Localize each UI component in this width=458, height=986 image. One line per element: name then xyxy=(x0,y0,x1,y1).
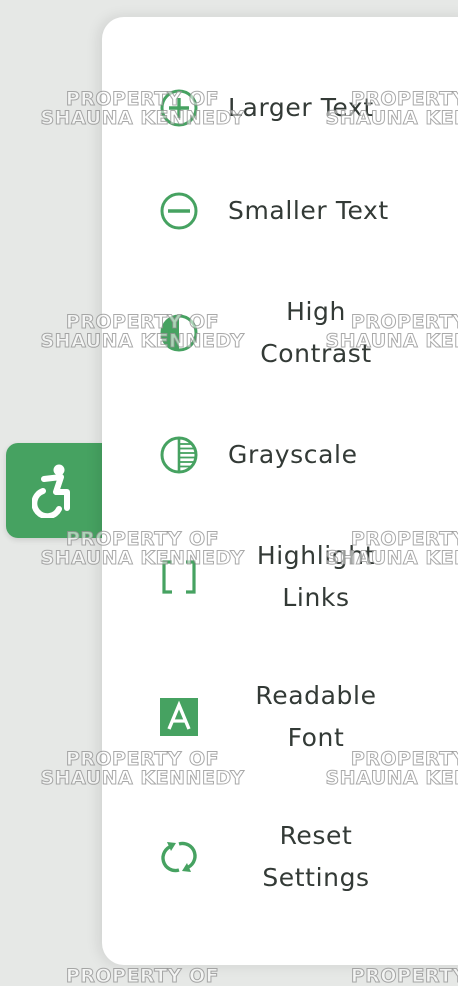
high-contrast-label-line1: High xyxy=(286,297,346,326)
highlight-links-option[interactable]: Highlight Links xyxy=(102,535,458,619)
accessibility-toggle-button[interactable] xyxy=(6,443,102,538)
smaller-text-label: Smaller Text xyxy=(228,196,389,225)
watermark: PROPERTY OFSHAUNA KENNEDY xyxy=(325,965,458,986)
accessibility-menu-panel: Larger Text Smaller Text High Contrast G… xyxy=(102,17,458,965)
accessibility-icon xyxy=(32,464,70,518)
high-contrast-label-line2: Contrast xyxy=(260,339,372,368)
highlight-links-label-line2: Links xyxy=(282,583,350,612)
readable-font-label-line2: Font xyxy=(287,723,345,752)
zoom-out-circle-icon xyxy=(158,190,200,232)
grayscale-option[interactable]: Grayscale xyxy=(102,434,458,476)
readable-font-option[interactable]: Readable Font xyxy=(102,675,458,759)
page: Larger Text Smaller Text High Contrast G… xyxy=(0,0,458,986)
watermark: PROPERTY OFSHAUNA KENNEDY xyxy=(40,965,245,986)
readable-font-label-line1: Readable xyxy=(255,681,377,710)
smaller-text-option[interactable]: Smaller Text xyxy=(102,190,458,232)
reset-settings-option[interactable]: Reset Settings xyxy=(102,815,458,899)
contrast-half-circle-icon xyxy=(158,312,200,354)
highlight-links-label-line1: Highlight xyxy=(256,541,376,570)
grayscale-striped-circle-icon xyxy=(158,434,200,476)
reset-arrows-icon xyxy=(158,836,200,878)
brackets-icon xyxy=(158,556,200,598)
high-contrast-option[interactable]: High Contrast xyxy=(102,291,458,375)
grayscale-label: Grayscale xyxy=(228,440,358,469)
font-letter-a-icon xyxy=(158,696,200,738)
reset-settings-label-line1: Reset xyxy=(279,821,353,850)
zoom-in-circle-icon xyxy=(158,87,200,129)
larger-text-option[interactable]: Larger Text xyxy=(102,87,458,129)
reset-settings-label-line2: Settings xyxy=(262,863,370,892)
larger-text-label: Larger Text xyxy=(228,93,374,122)
